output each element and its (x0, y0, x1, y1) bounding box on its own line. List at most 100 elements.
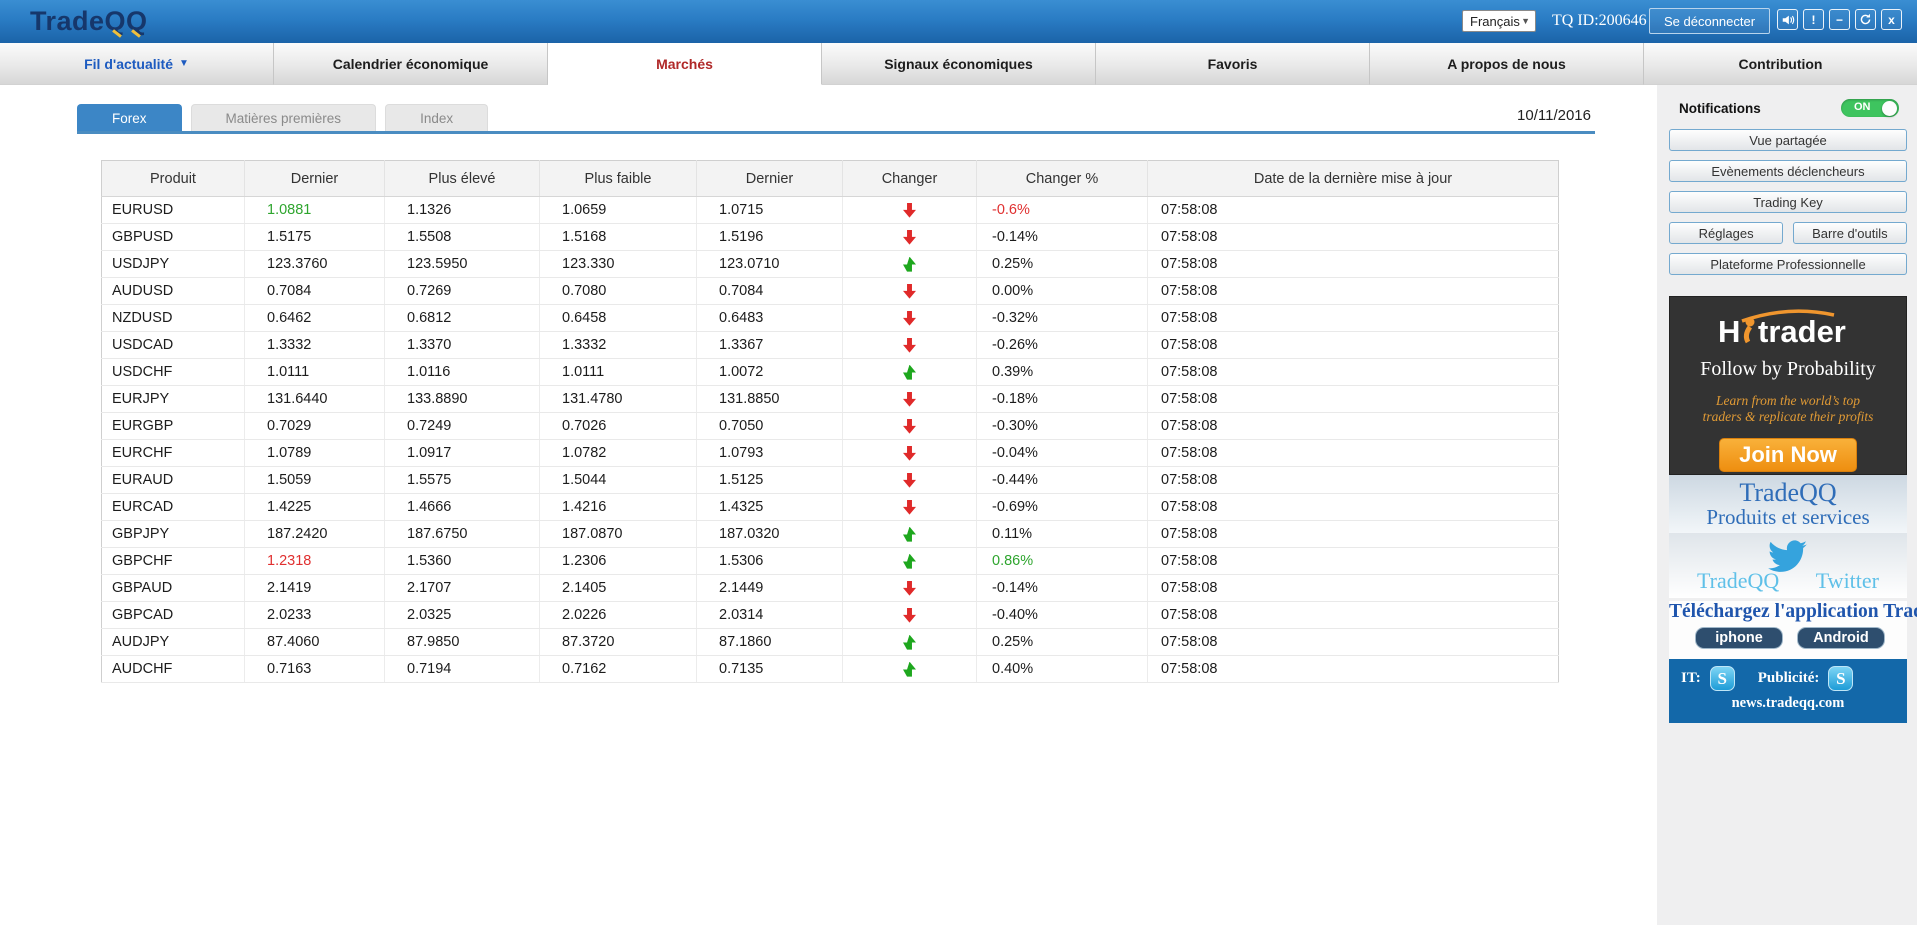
change-cell (843, 440, 977, 467)
high-price: 1.0116 (385, 359, 540, 386)
trading-key-button[interactable]: Trading Key (1669, 191, 1907, 213)
trigger-events-button[interactable]: Evènements déclencheurs (1669, 160, 1907, 182)
product-link[interactable]: AUDUSD (102, 278, 245, 305)
tab-contribution[interactable]: Contribution (1644, 43, 1917, 85)
product-link[interactable]: EURCAD (102, 494, 245, 521)
change-cell (843, 575, 977, 602)
subtab-index[interactable]: Index (385, 104, 488, 131)
iphone-button[interactable]: iphone (1695, 627, 1783, 649)
alert-icon[interactable]: ! (1803, 9, 1824, 30)
footer-contacts: IT: S Publicité: S (1669, 659, 1907, 691)
change-percent: 0.00% (977, 278, 1148, 305)
arrow-up-icon (903, 365, 916, 380)
col-plus-faible: Plus faible (540, 161, 697, 197)
top-bar: TradeQQ Français ▼ TQ ID:200646 Se décon… (0, 0, 1917, 43)
product-link[interactable]: USDCAD (102, 332, 245, 359)
change-cell (843, 494, 977, 521)
arrow-down-icon (903, 500, 916, 515)
twitter-banner[interactable]: TradeQQ Twitter (1669, 533, 1907, 598)
minimize-icon[interactable]: − (1829, 9, 1850, 30)
last-price-2: 131.8850 (697, 386, 843, 413)
publicite-label: Publicité: (1758, 670, 1820, 687)
last-price: 0.7084 (245, 278, 385, 305)
subtab-forex[interactable]: Forex (77, 104, 182, 131)
tab-fil-actualite[interactable]: Fil d'actualité ▼ (0, 43, 274, 85)
market-table: Produit Dernier Plus élevé Plus faible D… (101, 160, 1559, 683)
skype-icon[interactable]: S (1710, 666, 1735, 691)
high-price: 1.5360 (385, 548, 540, 575)
product-link[interactable]: AUDJPY (102, 629, 245, 656)
toolbar-button[interactable]: Barre d'outils (1793, 222, 1907, 244)
join-now-button[interactable]: Join Now (1719, 438, 1857, 472)
ad-headline: Follow by Probability (1700, 358, 1876, 381)
tab-favoris[interactable]: Favoris (1096, 43, 1370, 85)
product-link[interactable]: GBPJPY (102, 521, 245, 548)
updated-time: 07:58:08 (1148, 359, 1559, 386)
arrow-up-icon (903, 662, 916, 677)
change-cell (843, 629, 977, 656)
low-price: 1.3332 (540, 332, 697, 359)
market-row: GBPCHF1.23181.53601.23061.53060.86%07:58… (102, 548, 1559, 575)
market-row: GBPJPY187.2420187.6750187.0870187.03200.… (102, 521, 1559, 548)
change-percent: 0.25% (977, 251, 1148, 278)
product-link[interactable]: GBPCHF (102, 548, 245, 575)
product-link[interactable]: USDCHF (102, 359, 245, 386)
shared-view-button[interactable]: Vue partagée (1669, 129, 1907, 151)
product-link[interactable]: NZDUSD (102, 305, 245, 332)
updated-time: 07:58:08 (1148, 278, 1559, 305)
low-price: 0.6458 (540, 305, 697, 332)
pro-platform-button[interactable]: Plateforme Professionnelle (1669, 253, 1907, 275)
change-percent: -0.18% (977, 386, 1148, 413)
arrow-down-icon (903, 311, 916, 326)
high-price: 0.6812 (385, 305, 540, 332)
arrow-down-icon (903, 392, 916, 407)
change-cell (843, 548, 977, 575)
high-price: 187.6750 (385, 521, 540, 548)
product-link[interactable]: EURCHF (102, 440, 245, 467)
change-cell (843, 467, 977, 494)
last-price: 1.5059 (245, 467, 385, 494)
product-link[interactable]: GBPUSD (102, 224, 245, 251)
change-percent: 0.86% (977, 548, 1148, 575)
last-price: 131.6440 (245, 386, 385, 413)
product-link[interactable]: EURUSD (102, 197, 245, 224)
product-link[interactable]: EURJPY (102, 386, 245, 413)
last-price-2: 187.0320 (697, 521, 843, 548)
language-select[interactable]: Français ▼ (1462, 10, 1536, 32)
notifications-toggle[interactable]: ON (1841, 99, 1899, 117)
main-nav: Fil d'actualité ▼ Calendrier économique … (0, 43, 1917, 85)
volume-icon[interactable] (1777, 9, 1798, 30)
settings-button[interactable]: Réglages (1669, 222, 1783, 244)
last-price-2: 2.1449 (697, 575, 843, 602)
low-price: 131.4780 (540, 386, 697, 413)
tab-marches[interactable]: Marchés (548, 43, 822, 85)
tab-label: Fil d'actualité (84, 56, 173, 72)
chevron-down-icon: ▼ (1521, 16, 1530, 26)
close-icon[interactable]: x (1881, 9, 1902, 30)
hitrader-ad[interactable]: H trader Follow by Probability Learn fro… (1669, 296, 1907, 475)
product-link[interactable]: USDJPY (102, 251, 245, 278)
tab-calendrier-economique[interactable]: Calendrier économique (274, 43, 548, 85)
skype-icon[interactable]: S (1828, 666, 1853, 691)
last-price-2: 1.0793 (697, 440, 843, 467)
market-row: AUDUSD0.70840.72690.70800.70840.00%07:58… (102, 278, 1559, 305)
products-services-banner[interactable]: TradeQQ Produits et services (1669, 475, 1907, 533)
android-button[interactable]: Android (1797, 627, 1885, 649)
last-price: 0.7029 (245, 413, 385, 440)
change-cell (843, 521, 977, 548)
product-link[interactable]: EURAUD (102, 467, 245, 494)
product-link[interactable]: GBPAUD (102, 575, 245, 602)
footer-site-link[interactable]: news.tradeqq.com (1669, 695, 1907, 712)
tab-signaux-economiques[interactable]: Signaux économiques (822, 43, 1096, 85)
refresh-icon[interactable] (1855, 9, 1876, 30)
market-subtabs: Forex Matières premières Index (77, 104, 488, 131)
product-link[interactable]: GBPCAD (102, 602, 245, 629)
ad-tagline-line2: traders & replicate their profits (1703, 409, 1874, 425)
updated-time: 07:58:08 (1148, 224, 1559, 251)
subtab-matieres-premieres[interactable]: Matières premières (191, 104, 377, 131)
product-link[interactable]: EURGBP (102, 413, 245, 440)
product-link[interactable]: AUDCHF (102, 656, 245, 683)
arrow-up-icon (903, 635, 916, 650)
tab-a-propos[interactable]: A propos de nous (1370, 43, 1644, 85)
logout-button[interactable]: Se déconnecter (1649, 8, 1770, 34)
